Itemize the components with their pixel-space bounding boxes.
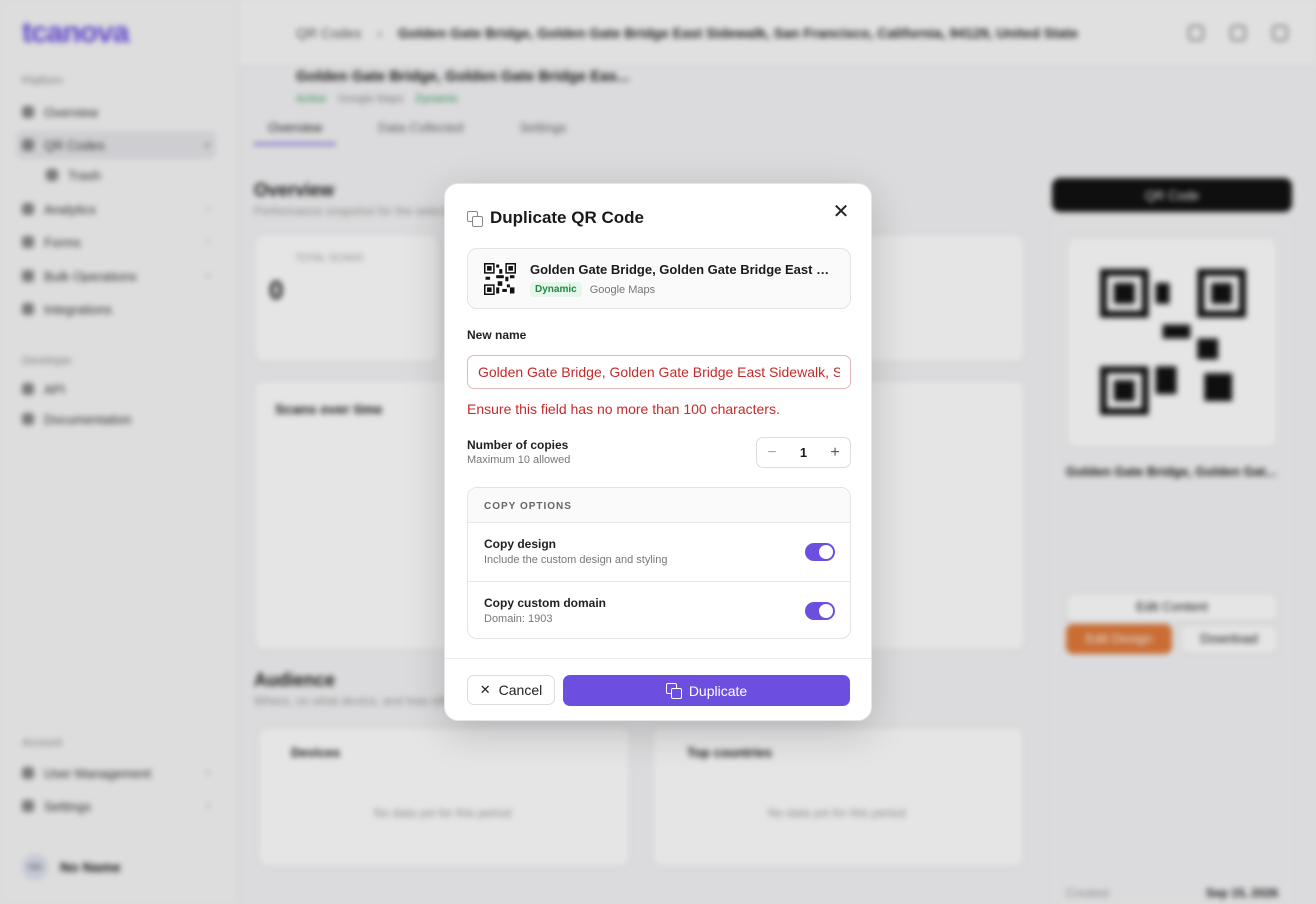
qr-thumbnail xyxy=(484,263,516,295)
copy-design-toggle[interactable] xyxy=(805,543,835,561)
close-icon[interactable]: ✕ xyxy=(831,202,851,222)
increment-button[interactable]: + xyxy=(820,444,850,462)
new-name-input[interactable] xyxy=(467,355,851,389)
source-qr-card: Golden Gate Bridge, Golden Gate Bridge E… xyxy=(467,248,851,309)
dialog-title: Duplicate QR Code xyxy=(467,208,644,228)
copies-stepper: − 1 + xyxy=(756,437,851,468)
copy-icon xyxy=(665,683,682,699)
duplicate-button[interactable]: Duplicate xyxy=(563,675,850,706)
copies-value: 1 xyxy=(799,445,808,460)
option-title: Copy design xyxy=(484,537,557,551)
copies-label: Number of copies xyxy=(467,438,569,452)
duplicate-dialog: Duplicate QR Code ✕ Golden Gate Bridge, … xyxy=(444,183,872,721)
option-copy-design: Copy design Include the custom design an… xyxy=(468,523,850,581)
option-subtitle: Domain: 1903 xyxy=(484,613,553,625)
duplicate-label: Duplicate xyxy=(688,682,748,699)
new-name-label: New name xyxy=(467,328,527,342)
name-error-message: Ensure this field has no more than 100 c… xyxy=(467,401,780,417)
copies-hint: Maximum 10 allowed xyxy=(467,454,571,466)
decrement-button[interactable]: − xyxy=(757,444,787,462)
copy-domain-toggle[interactable] xyxy=(805,602,835,620)
copy-icon xyxy=(467,210,483,227)
cancel-button[interactable]: ✕ Cancel xyxy=(467,675,555,705)
copies-label-group: Number of copies Maximum 10 allowed xyxy=(467,438,570,466)
copy-options-panel: COPY OPTIONS Copy design Include the cus… xyxy=(467,487,851,639)
option-subtitle: Include the custom design and styling xyxy=(484,554,668,566)
option-copy-custom-domain: Copy custom domain Domain: 1903 xyxy=(468,581,850,638)
dynamic-badge: Dynamic xyxy=(530,282,582,297)
option-title: Copy custom domain xyxy=(484,596,607,610)
dialog-title-text: Duplicate QR Code xyxy=(490,208,644,227)
cancel-label: Cancel xyxy=(498,682,543,698)
close-icon: ✕ xyxy=(479,682,491,697)
dialog-footer: ✕ Cancel Duplicate xyxy=(445,658,871,720)
copy-options-header: COPY OPTIONS xyxy=(468,488,850,523)
source-category: Google Maps xyxy=(589,283,656,296)
source-qr-name: Golden Gate Bridge, Golden Gate Bridge E… xyxy=(530,262,836,277)
